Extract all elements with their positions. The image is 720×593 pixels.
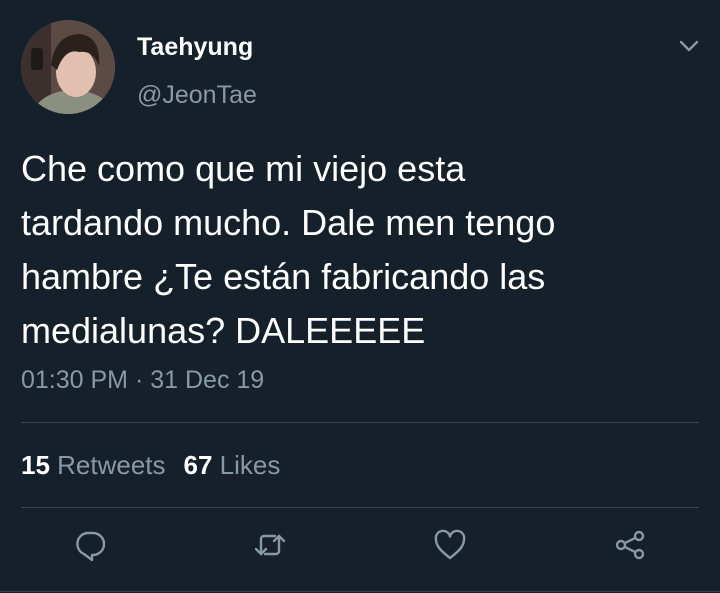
- user-handle[interactable]: @JeonTae: [137, 81, 257, 110]
- reply-icon: [76, 531, 106, 562]
- chevron-down-icon[interactable]: [678, 38, 700, 54]
- retweets-count: 15: [21, 450, 50, 480]
- likes-count: 67: [183, 450, 213, 480]
- like-icon: [434, 529, 466, 560]
- tweet-time: 01:30 PM: [21, 366, 129, 394]
- divider: [0, 591, 720, 592]
- tweet-date: 31 Dec 19: [150, 366, 265, 394]
- share-icon: [615, 530, 645, 560]
- tweet-timestamp[interactable]: 01:30 PM · 31 Dec 19: [21, 366, 264, 395]
- reply-button[interactable]: [70, 525, 110, 565]
- tweet-detail: Taehyung @JeonTae Che como que mi viejo …: [0, 0, 720, 593]
- retweets-stat[interactable]: 15 Retweets: [21, 450, 166, 480]
- likes-label: Likes: [212, 450, 281, 480]
- divider: [21, 507, 699, 508]
- meta-separator: ·: [128, 366, 151, 394]
- share-button[interactable]: [610, 525, 650, 565]
- display-name[interactable]: Taehyung: [137, 33, 253, 62]
- engagement-stats: 15 Retweets 67 Likes: [21, 450, 280, 481]
- retweet-icon: [254, 534, 286, 556]
- tweet-text: Che como que mi viejo esta tardando much…: [21, 148, 556, 351]
- retweet-button[interactable]: [250, 525, 290, 565]
- likes-stat[interactable]: 67 Likes: [184, 450, 281, 480]
- like-button[interactable]: [430, 525, 470, 565]
- avatar-image: [21, 20, 115, 114]
- avatar[interactable]: [21, 20, 115, 114]
- retweets-label: Retweets: [49, 450, 166, 480]
- divider: [21, 422, 699, 423]
- action-bar: [0, 525, 720, 571]
